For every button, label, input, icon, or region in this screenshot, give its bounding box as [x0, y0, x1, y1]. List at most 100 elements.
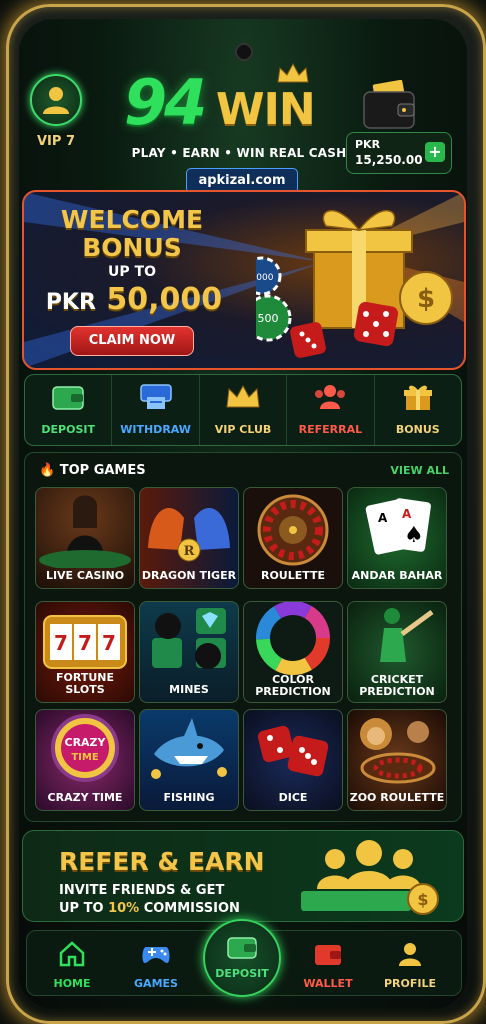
slot-machine-icon: 777	[43, 615, 127, 669]
refer-line1: INVITE FRIENDS & GET	[59, 883, 225, 898]
nav-profile[interactable]: PROFILE	[375, 941, 445, 990]
nav-wallet[interactable]: WALLET	[293, 941, 363, 990]
svg-text:A: A	[378, 511, 388, 525]
banner-title-line1: WELCOME	[60, 205, 204, 234]
avatar[interactable]	[30, 74, 82, 126]
cricket-player-icon	[380, 608, 434, 662]
action-withdraw-label: WITHDRAW	[120, 423, 191, 436]
action-deposit-label: DEPOSIT	[41, 423, 95, 436]
wallet-icon	[52, 386, 84, 410]
banner-currency: PKR	[45, 290, 96, 315]
game-tile-crazy-time[interactable]: CRAZY TIME CRAZY TIME	[35, 709, 135, 811]
quick-actions: DEPOSIT WITHDRAW VIP CLUB REFERRAL BONUS	[24, 374, 462, 446]
top-games-title: 🔥 TOP GAMES	[39, 463, 146, 478]
balance-box[interactable]: PKR 15,250.00 +	[346, 132, 452, 174]
nav-deposit-button[interactable]: DEPOSIT	[203, 919, 281, 997]
nav-home-label: HOME	[53, 977, 91, 990]
action-referral-label: REFERRAL	[298, 423, 363, 436]
nav-home[interactable]: HOME	[37, 941, 107, 990]
refer-and-earn-banner[interactable]: REFER & EARN INVITE FRIENDS & GET UP TO …	[22, 830, 464, 922]
banner-amount: PKR 50,000	[34, 282, 234, 317]
dealer-icon	[39, 495, 131, 570]
game-label: DRAGON TIGER	[141, 569, 237, 582]
action-bonus[interactable]: BONUS	[375, 375, 461, 445]
roulette-wheel-icon	[257, 494, 329, 566]
game-tile-dragon-tiger[interactable]: R DRAGON TIGER	[139, 487, 239, 589]
banner-title: WELCOME BONUS	[52, 206, 212, 262]
logo-word: WIN	[216, 84, 316, 135]
app-logo: 94 WIN	[120, 62, 340, 146]
refer-title: REFER & EARN	[59, 847, 265, 876]
refer-line2-suffix: COMMISSION	[139, 901, 240, 916]
banner-title-line2: BONUS	[82, 233, 182, 262]
lion-roulette-icon	[360, 718, 436, 784]
bottom-navigation: HOME GAMES DEPOSIT WALLET PROFILE	[26, 919, 462, 997]
game-tile-fortune-slots[interactable]: 777 FORTUNE SLOTS	[35, 601, 135, 703]
shark-icon	[151, 718, 227, 779]
vip-profile[interactable]: VIP 7	[26, 74, 86, 149]
fire-icon: 🔥	[39, 463, 56, 478]
add-funds-button[interactable]: +	[425, 142, 445, 162]
wallet-icon	[363, 80, 415, 129]
action-vip-club-label: VIP CLUB	[214, 423, 272, 436]
welcome-bonus-banner[interactable]: WELCOME BONUS UP TO PKR 50,000 CLAIM NOW…	[22, 190, 466, 370]
game-tile-zoo-roulette[interactable]: ZOO ROULETTE	[347, 709, 447, 811]
game-label: CRAZY TIME	[47, 791, 123, 804]
nav-games[interactable]: GAMES	[121, 941, 191, 990]
logo-number: 94	[124, 66, 207, 139]
wallet-icon	[227, 937, 257, 959]
banner-upto: UP TO	[108, 264, 156, 280]
svg-text:$: $	[417, 890, 428, 909]
chip-500-label: 500	[258, 312, 279, 325]
vip-level: VIP 7	[37, 134, 75, 149]
game-tile-andar-bahar[interactable]: A A ♠ ANDAR BAHAR	[347, 487, 447, 589]
game-label: ANDAR BAHAR	[351, 569, 443, 582]
game-label: DICE	[278, 791, 308, 804]
dragon-tiger-icon: R	[148, 508, 230, 562]
game-tile-dice[interactable]: DICE	[243, 709, 343, 811]
game-tile-mines[interactable]: MINES	[139, 601, 239, 703]
camera-icon	[235, 43, 253, 61]
action-referral[interactable]: REFERRAL	[287, 375, 375, 445]
action-deposit[interactable]: DEPOSIT	[25, 375, 113, 445]
game-tile-color-prediction[interactable]: COLOR PREDICTION	[243, 601, 343, 703]
crazy-time-wheel-icon: CRAZY TIME	[51, 714, 119, 782]
game-tile-live-casino[interactable]: LIVE CASINO	[35, 487, 135, 589]
claim-now-button[interactable]: CLAIM NOW	[70, 326, 194, 356]
svg-text:♠: ♠	[404, 523, 424, 548]
svg-text:7: 7	[78, 631, 92, 655]
group-coins-icon: $	[301, 840, 439, 915]
game-label: COLOR PREDICTION	[255, 673, 331, 698]
color-wheel-icon	[256, 602, 330, 675]
nav-profile-label: PROFILE	[383, 977, 436, 990]
banner-amount-value: 50,000	[106, 282, 223, 317]
svg-text:R: R	[184, 544, 195, 559]
home-icon	[59, 941, 85, 967]
nav-games-label: GAMES	[134, 977, 178, 990]
user-icon	[399, 943, 421, 966]
game-label: CRICKET PREDICTION	[359, 673, 435, 698]
svg-text:7: 7	[54, 631, 68, 655]
gift-icon	[403, 385, 432, 410]
game-label: MINES	[169, 683, 209, 696]
game-label: LIVE CASINO	[45, 569, 125, 582]
game-tile-fishing[interactable]: FISHING	[139, 709, 239, 811]
action-withdraw[interactable]: WITHDRAW	[112, 375, 200, 445]
gamepad-icon	[142, 947, 170, 963]
game-tile-roulette[interactable]: ROULETTE	[243, 487, 343, 589]
svg-text:$: $	[417, 284, 435, 314]
action-bonus-label: BONUS	[395, 423, 440, 436]
tagline: PLAY • EARN • WIN REAL CASH	[131, 146, 347, 160]
svg-text:CRAZY: CRAZY	[65, 736, 107, 749]
users-icon	[315, 385, 346, 409]
mines-icon	[152, 608, 226, 669]
user-icon	[43, 87, 69, 114]
nav-wallet-label: WALLET	[303, 977, 353, 990]
svg-text:A: A	[402, 507, 412, 521]
game-tile-cricket-prediction[interactable]: CRICKET PREDICTION	[347, 601, 447, 703]
action-vip-club[interactable]: VIP CLUB	[200, 375, 288, 445]
wallet-icon	[315, 945, 341, 965]
game-label: ROULETTE	[260, 569, 326, 582]
dice-icon	[257, 725, 329, 777]
view-all-link[interactable]: VIEW ALL	[390, 464, 449, 477]
